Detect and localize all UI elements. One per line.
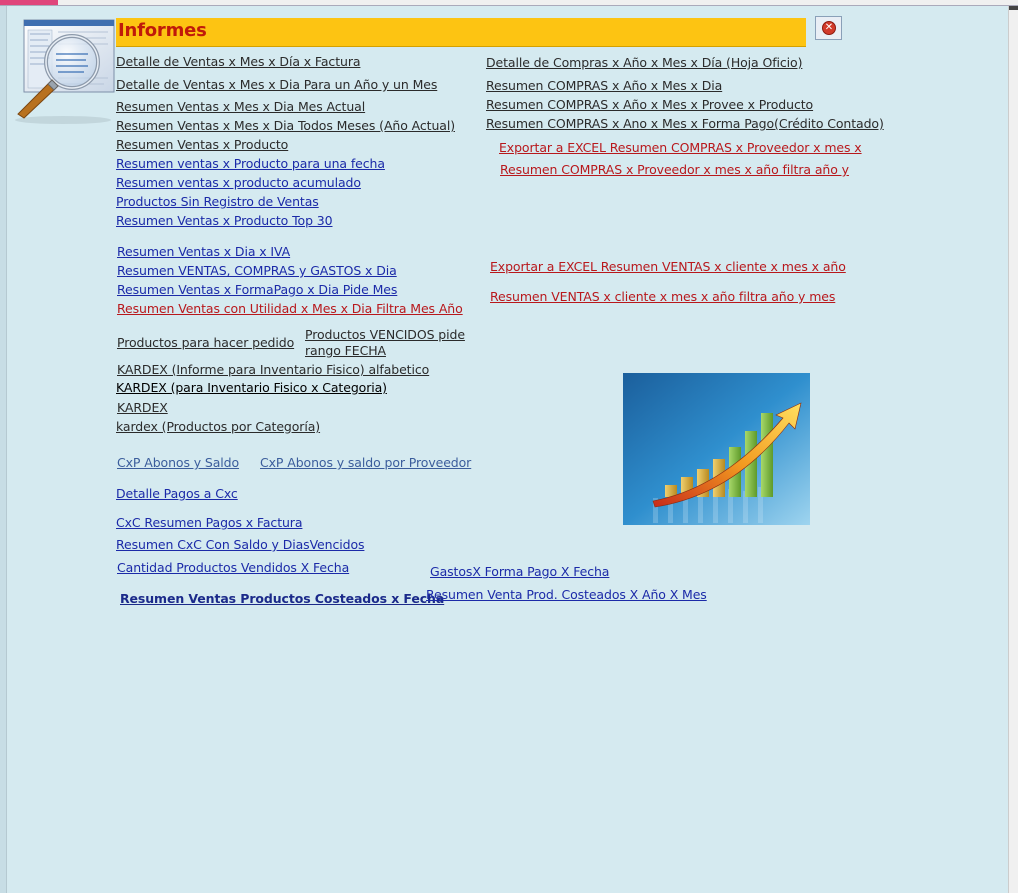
link-excel-ventas-cliente[interactable]: Exportar a EXCEL Resumen VENTAS x client… — [490, 259, 846, 275]
link-compras-proveedor-producto[interactable]: Resumen COMPRAS x Año x Mes x Provee x P… — [486, 97, 813, 113]
link-ventas-costeados-fecha[interactable]: Resumen Ventas Productos Costeados x Fec… — [120, 591, 444, 607]
link-detalle-compras[interactable]: Detalle de Compras x Año x Mes x Día (Ho… — [486, 55, 802, 71]
link-ventas-utilidad[interactable]: Resumen Ventas con Utilidad x Mes x Dia … — [117, 301, 463, 317]
link-detalle-ventas-ano-mes[interactable]: Detalle de Ventas x Mes x Dia Para un Añ… — [116, 77, 437, 93]
window-top-border — [0, 0, 1018, 6]
link-compras-forma-pago[interactable]: Resumen COMPRAS x Ano x Mes x Forma Pago… — [486, 116, 884, 132]
link-ventas-top30[interactable]: Resumen Ventas x Producto Top 30 — [116, 213, 333, 229]
link-cxp-abonos-proveedor[interactable]: CxP Abonos y saldo por Proveedor — [260, 455, 471, 471]
link-kardex[interactable]: KARDEX — [117, 400, 168, 416]
top-divider — [0, 5, 1018, 6]
link-cxc-saldo-vencidos[interactable]: Resumen CxC Con Saldo y DiasVencidos — [116, 537, 365, 553]
link-cxc-pagos-factura[interactable]: CxC Resumen Pagos x Factura — [116, 515, 303, 531]
link-cantidad-vendidos-fecha[interactable]: Cantidad Productos Vendidos X Fecha — [117, 560, 349, 576]
link-cxp-abonos-saldo[interactable]: CxP Abonos y Saldo — [117, 455, 239, 471]
title-bar: Informes — [116, 18, 806, 47]
link-kardex-alfabetico[interactable]: KARDEX (Informe para Inventario Fisico) … — [117, 362, 429, 378]
link-kardex-productos-categoria[interactable]: kardex (Productos por Categoría) — [116, 419, 320, 435]
page-title: Informes — [118, 20, 207, 41]
right-border-mark — [1009, 6, 1018, 10]
close-button[interactable]: ✕ — [815, 16, 842, 40]
link-ventas-producto-fecha[interactable]: Resumen ventas x Producto para una fecha — [116, 156, 385, 172]
vencidos-line-1: Productos VENCIDOS pide — [305, 327, 465, 342]
link-productos-sin-ventas[interactable]: Productos Sin Registro de Ventas — [116, 194, 319, 210]
vencidos-line-2: rango FECHA — [305, 343, 386, 358]
link-ventas-dia-iva[interactable]: Resumen Ventas x Dia x IVA — [117, 244, 290, 260]
left-border — [0, 6, 7, 893]
link-ventas-formapago[interactable]: Resumen Ventas x FormaPago x Dia Pide Me… — [117, 282, 397, 298]
link-compras-proveedor-filtra[interactable]: Resumen COMPRAS x Proveedor x mes x año … — [500, 162, 849, 178]
link-ventas-todos-meses[interactable]: Resumen Ventas x Mes x Dia Todos Meses (… — [116, 118, 455, 134]
link-ventas-producto-acumulado[interactable]: Resumen ventas x producto acumulado — [116, 175, 361, 191]
link-kardex-categoria[interactable]: KARDEX (para Inventario Fisico x Categor… — [116, 380, 387, 396]
link-productos-pedido[interactable]: Productos para hacer pedido — [117, 335, 294, 351]
right-border — [1008, 6, 1018, 893]
growth-bar-chart-with-arrow — [623, 373, 810, 525]
link-gastos-formapago-fecha[interactable]: GastosX Forma Pago X Fecha — [430, 564, 609, 580]
link-detalle-pagos-cxc[interactable]: Detalle Pagos a Cxc — [116, 486, 238, 502]
link-compras-ano-mes-dia[interactable]: Resumen COMPRAS x Año x Mes x Dia — [486, 78, 722, 94]
link-ventas-cliente-filtra[interactable]: Resumen VENTAS x cliente x mes x año fil… — [490, 289, 835, 305]
link-detalle-ventas-factura[interactable]: Detalle de Ventas x Mes x Día x Factura — [116, 54, 361, 70]
link-productos-vencidos[interactable]: Productos VENCIDOS pide rango FECHA — [305, 327, 465, 359]
close-x-icon: ✕ — [822, 21, 836, 35]
magnifier-over-document-icon — [15, 19, 115, 124]
link-ventas-producto[interactable]: Resumen Ventas x Producto — [116, 137, 288, 153]
link-venta-costeados-ano-mes[interactable]: Resumen Venta Prod. Costeados X Año X Me… — [426, 587, 707, 603]
link-excel-compras-proveedor[interactable]: Exportar a EXCEL Resumen COMPRAS x Prove… — [499, 140, 862, 156]
link-ventas-mes-actual[interactable]: Resumen Ventas x Mes x Dia Mes Actual — [116, 99, 365, 115]
link-ventas-compras-gastos[interactable]: Resumen VENTAS, COMPRAS y GASTOS x Dia — [117, 263, 397, 279]
